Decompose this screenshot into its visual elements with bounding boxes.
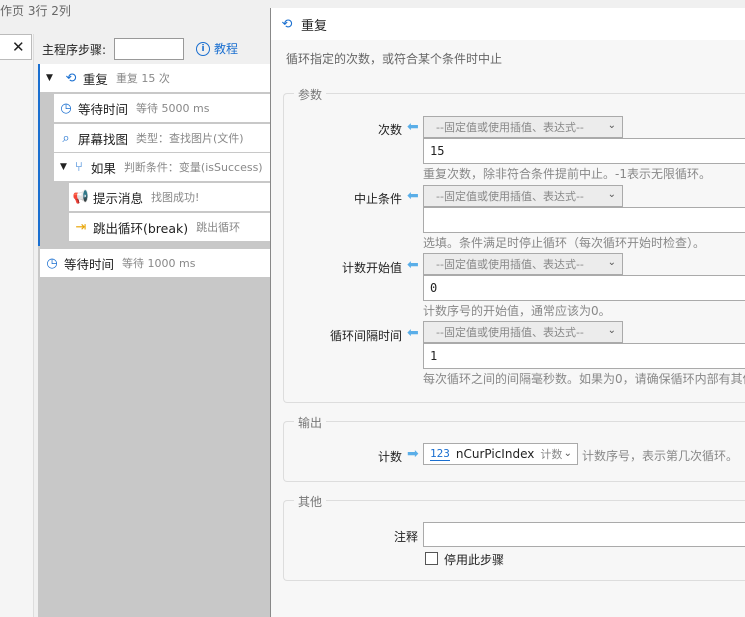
start-value-hint: 计数序号的开始值，通常应该为0。: [423, 304, 611, 318]
arrow-icon: ⬅: [407, 257, 419, 273]
count-label: 次数: [377, 123, 402, 137]
start-value-label: 计数开始值: [341, 261, 402, 275]
start-value-input[interactable]: 0: [423, 275, 745, 301]
step-tree: ▼ ⟲ 重复 重复 15 次 ◷ 等待时间 等待 5000 ms ⌕ 屏幕找图 …: [38, 64, 272, 617]
tree-item-wait-2[interactable]: ◷ 等待时间 等待 1000 ms: [40, 249, 272, 277]
tree-item-wait[interactable]: ◷ 等待时间 等待 5000 ms: [54, 94, 272, 122]
disable-step-checkbox[interactable]: [425, 552, 438, 565]
count-input[interactable]: 15: [423, 138, 745, 164]
exit-icon: ⇥: [75, 219, 87, 235]
message-icon: 📢: [72, 189, 90, 205]
chevron-down-icon: ⌄: [563, 448, 572, 459]
stop-condition-label: 中止条件: [353, 192, 402, 206]
params-title: 参数: [294, 86, 327, 103]
arrow-icon: ⬅: [407, 325, 419, 341]
loop-icon: ⟲: [65, 70, 77, 86]
chevron-down-icon: ⌄: [607, 257, 616, 268]
interval-input[interactable]: 1: [423, 343, 745, 369]
breadcrumb: 作页 3行 2列: [0, 4, 71, 18]
interval-combo[interactable]: --固定值或使用插值、表达式-- ⌄: [423, 321, 623, 343]
collapse-icon[interactable]: ▼: [46, 73, 53, 83]
stop-condition-input[interactable]: [423, 207, 745, 233]
arrow-icon: ⬅: [407, 188, 419, 204]
timer-icon: ◷: [46, 255, 58, 271]
stop-condition-hint: 选填。条件满足时停止循环（每次循环开始时检查）。: [423, 236, 706, 250]
note-input[interactable]: [423, 522, 745, 547]
note-label: 注释: [393, 530, 418, 544]
interval-hint: 每次循环之间的间隔毫秒数。如果为0，请确保循环内部有其他: [423, 372, 745, 386]
number-variable-icon: 123: [430, 447, 450, 461]
loop-icon: ⟲: [281, 16, 293, 32]
dialog-title: 重复: [301, 18, 328, 34]
branch-icon: ⑂: [75, 159, 83, 175]
find-image-icon: ⌕: [62, 130, 70, 146]
close-icon[interactable]: ✕: [12, 38, 25, 56]
tutorial-link[interactable]: i 教程: [196, 40, 238, 57]
tree-item-message[interactable]: 📢 提示消息 找图成功!: [69, 183, 272, 211]
stop-condition-combo[interactable]: --固定值或使用插值、表达式-- ⌄: [423, 185, 623, 207]
arrow-icon: ⬅: [407, 119, 419, 135]
arrow-right-icon: ➡: [407, 446, 419, 462]
tree-item-repeat[interactable]: ▼ ⟲ 重复 重复 15 次: [40, 64, 272, 92]
count-expression-combo[interactable]: --固定值或使用插值、表达式-- ⌄: [423, 116, 623, 138]
info-icon: i: [196, 41, 210, 56]
output-count-label: 计数: [377, 450, 402, 464]
collapse-icon[interactable]: ▼: [60, 162, 67, 172]
output-title: 输出: [294, 414, 327, 431]
timer-icon: ◷: [60, 100, 72, 116]
main-steps-label: 主程序步骤:: [42, 43, 107, 57]
disable-step-label: 停用此步骤: [444, 553, 505, 567]
output-variable-name: nCurPicIndex: [455, 447, 535, 461]
main-steps-input[interactable]: [114, 38, 184, 60]
tutorial-label: 教程: [214, 42, 239, 56]
chevron-down-icon: ⌄: [607, 325, 616, 336]
tree-item-find-image[interactable]: ⌕ 屏幕找图 类型：查找图片(文件): [54, 124, 272, 152]
left-panel: [0, 34, 34, 617]
dialog-description: 循环指定的次数，或符合某个条件时中止: [286, 52, 503, 66]
chevron-down-icon: ⌄: [607, 189, 616, 200]
output-variable-type: 计数: [540, 448, 563, 461]
output-hint: 计数序号，表示第几次循环。: [582, 449, 739, 463]
other-title: 其他: [294, 493, 327, 510]
output-variable-select[interactable]: 123 nCurPicIndex 计数 ⌄: [423, 443, 578, 465]
dialog-titlebar: ⟲ 重复: [271, 8, 745, 40]
tree-item-break[interactable]: ⇥ 跳出循环(break) 跳出循环: [69, 213, 272, 241]
tree-item-if[interactable]: ▼ ⑂ 如果 判断条件：变量(isSuccess): [54, 153, 272, 181]
start-value-combo[interactable]: --固定值或使用插值、表达式-- ⌄: [423, 253, 623, 275]
chevron-down-icon: ⌄: [607, 120, 616, 131]
count-hint: 重复次数，除非符合条件提前中止。-1表示无限循环。: [423, 167, 711, 181]
interval-label: 循环间隔时间: [329, 329, 402, 343]
